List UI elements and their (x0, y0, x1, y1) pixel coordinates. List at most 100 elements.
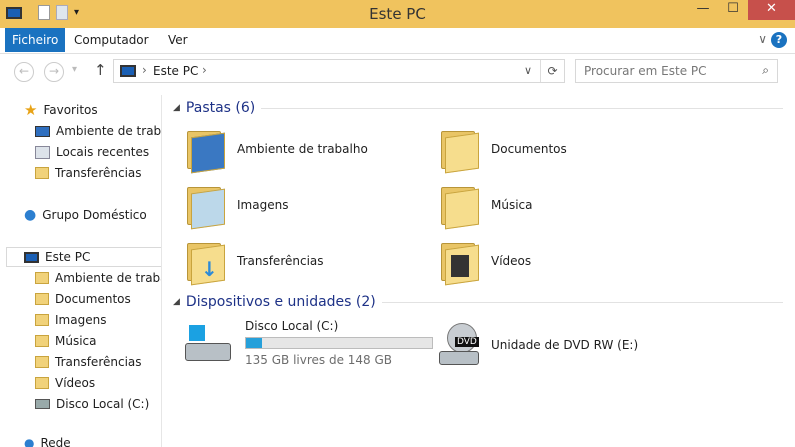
downloads-folder-icon (35, 356, 49, 368)
navigation-pane: ★ Favoritos Ambiente de trabalho Locais r… (0, 95, 162, 447)
window-title: Este PC (369, 5, 426, 23)
recent-locations-button[interactable]: ▾ (72, 64, 77, 75)
tab-ver[interactable]: Ver (156, 28, 200, 52)
content-area: ◢ Pastas (6) Ambiente de trabalho Documen… (163, 95, 795, 447)
back-button[interactable]: ← (14, 62, 34, 82)
sidebar-label: Ambiente de trabalho (55, 271, 161, 285)
folder-label: Vídeos (491, 254, 532, 268)
folder-pictures[interactable]: Imagens (185, 183, 435, 230)
search-input[interactable]: Procurar em Este PC ⌕ (575, 59, 778, 83)
drive-dvd[interactable]: DVD Unidade de DVD RW (E:) (439, 323, 689, 367)
downloads-folder-icon (35, 167, 49, 179)
sidebar-network[interactable]: ● Rede (24, 433, 161, 447)
group-title: Pastas (6) (185, 100, 256, 116)
sidebar-label: Favoritos (43, 103, 98, 117)
documents-folder-icon (35, 293, 49, 305)
sidebar-item-local-disk[interactable]: Disco Local (C:) (35, 394, 161, 414)
collapse-icon[interactable]: ◢ (173, 297, 180, 307)
computer-icon (24, 251, 39, 263)
sidebar-item-videos[interactable]: Vídeos (35, 373, 161, 393)
minimize-button[interactable]: — (688, 0, 718, 20)
music-folder-icon (35, 335, 49, 347)
music-folder-icon (439, 183, 479, 230)
breadcrumb-este-pc[interactable]: Este PC (153, 64, 198, 78)
drive-free-space: 135 GB livres de 148 GB (245, 353, 393, 367)
maximize-button[interactable]: ☐ (718, 0, 748, 20)
dvd-drive-icon: DVD (439, 323, 479, 367)
dvd-badge: DVD (455, 337, 479, 347)
sidebar-label: Transferências (55, 166, 142, 180)
drive-name: Unidade de DVD RW (E:) (491, 338, 639, 352)
expand-ribbon-icon[interactable]: ∨ (758, 32, 767, 46)
sidebar-item-pictures[interactable]: Imagens (35, 310, 161, 330)
network-icon: ● (24, 436, 35, 447)
documents-folder-icon (439, 127, 479, 174)
sidebar-item-desktop[interactable]: Ambiente de trabalho (35, 121, 162, 141)
desktop-folder-icon (35, 272, 49, 284)
group-header-folders[interactable]: ◢ Pastas (6) (173, 100, 783, 116)
folder-music[interactable]: Música (439, 183, 689, 230)
navigation-bar: ← → ▾ ↑ › Este PC › ∨ ⟳ Procurar em Este… (0, 56, 795, 88)
address-dropdown-icon[interactable]: ∨ (524, 64, 532, 77)
sidebar-label: Locais recentes (56, 145, 150, 159)
drive-usage-bar (245, 337, 433, 349)
sidebar-item-downloads[interactable]: Transferências (35, 163, 161, 183)
drive-usage-fill (246, 338, 263, 348)
star-icon: ★ (24, 101, 38, 119)
folder-downloads[interactable]: ↓ Transferências (185, 239, 435, 286)
sidebar-label: Música (55, 334, 97, 348)
tab-computador[interactable]: Computador (62, 28, 161, 52)
pictures-folder-icon (35, 314, 49, 326)
title-bar: ▾ Este PC — ☐ ✕ (0, 0, 795, 28)
sidebar-label: Grupo Doméstico (42, 208, 147, 222)
sidebar-item-downloads[interactable]: Transferências (35, 352, 161, 372)
videos-folder-icon (439, 239, 479, 286)
desktop-folder-icon (185, 127, 225, 174)
downloads-folder-icon: ↓ (185, 239, 225, 286)
refresh-button[interactable]: ⟳ (540, 60, 564, 82)
pictures-folder-icon (185, 183, 225, 230)
sidebar-label: Vídeos (55, 376, 96, 390)
folder-label: Imagens (237, 198, 289, 212)
tab-ficheiro[interactable]: Ficheiro (5, 28, 66, 52)
sidebar-label: Disco Local (C:) (56, 397, 150, 411)
hard-drive-icon (185, 321, 233, 365)
sidebar-favorites[interactable]: ★ Favoritos (24, 100, 161, 120)
folder-desktop[interactable]: Ambiente de trabalho (185, 127, 435, 174)
folder-documents[interactable]: Documentos (439, 127, 689, 174)
homegroup-icon: ● (24, 207, 37, 223)
group-title: Dispositivos e unidades (2) (185, 294, 376, 310)
drive-name: Disco Local (C:) (245, 319, 339, 333)
computer-icon (120, 65, 136, 77)
close-button[interactable]: ✕ (748, 0, 795, 20)
collapse-icon[interactable]: ◢ (173, 103, 180, 113)
recent-places-icon (35, 145, 50, 159)
drive-c[interactable]: Disco Local (C:) 135 GB livres de 148 GB (185, 319, 455, 367)
folder-label: Música (491, 198, 533, 212)
folder-videos[interactable]: Vídeos (439, 239, 689, 286)
sidebar-label: Rede (40, 436, 71, 447)
help-icon[interactable]: ? (771, 32, 787, 48)
breadcrumb-separator[interactable]: › (202, 63, 207, 77)
sidebar-este-pc[interactable]: Este PC (6, 247, 161, 267)
desktop-icon (35, 125, 50, 137)
forward-button[interactable]: → (44, 62, 64, 82)
breadcrumb-separator[interactable]: › (142, 63, 147, 77)
sidebar-item-recent[interactable]: Locais recentes (35, 142, 161, 162)
ribbon: Ficheiro Computador Ver ∨ ? (0, 28, 795, 54)
sidebar-label: Documentos (55, 292, 131, 306)
sidebar-item-music[interactable]: Música (35, 331, 161, 351)
videos-folder-icon (35, 377, 49, 389)
sidebar-label: Imagens (55, 313, 107, 327)
up-button[interactable]: ↑ (94, 61, 107, 79)
folder-label: Ambiente de trabalho (237, 142, 368, 156)
sidebar-item-desktop[interactable]: Ambiente de trabalho (35, 268, 161, 288)
address-bar[interactable]: › Este PC › ∨ ⟳ (113, 59, 565, 83)
group-header-devices[interactable]: ◢ Dispositivos e unidades (2) (173, 294, 783, 310)
search-icon[interactable]: ⌕ (762, 63, 769, 78)
sidebar-homegroup[interactable]: ● Grupo Doméstico (24, 205, 161, 225)
search-placeholder: Procurar em Este PC (584, 64, 707, 78)
sidebar-item-documents[interactable]: Documentos (35, 289, 161, 309)
drive-icon (35, 399, 50, 409)
sidebar-label: Ambiente de trabalho (56, 124, 162, 138)
